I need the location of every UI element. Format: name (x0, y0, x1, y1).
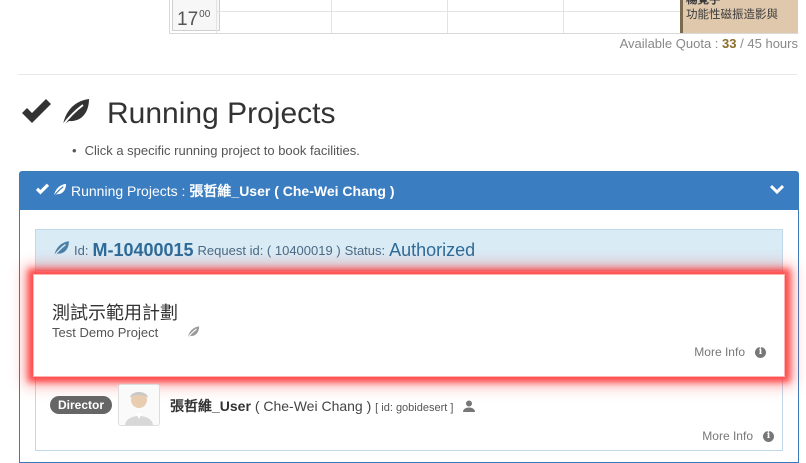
calendar-gridline (447, 0, 448, 33)
hint-label: Click a specific running project to book… (84, 143, 360, 158)
calendar-booking[interactable]: 楊覺宇 功能性磁振造影與 (680, 0, 798, 33)
director-badge: Director (50, 396, 113, 414)
info-icon: i (763, 430, 774, 442)
status-label: Status: (344, 242, 386, 258)
project-header: Id: M-10400015 Request id: ( 10400019 ) … (36, 230, 782, 271)
avatar-icon (125, 392, 153, 425)
status-value: Authorized (389, 239, 476, 260)
panel-header[interactable]: Running Projects : 張哲維_User ( Che-Wei Ch… (20, 172, 798, 210)
more-info-label: More Info (694, 345, 745, 359)
avatar (118, 384, 160, 426)
panel-header-label: Running Projects : (71, 183, 186, 199)
time-cell: 1700 (172, 0, 220, 31)
booking-desc: 功能性磁振造影與 (686, 9, 778, 21)
time-hour: 17 (177, 9, 199, 30)
booking-name: 楊覺宇 (686, 0, 721, 6)
director-name: 張哲維_User ( Che-Wei Chang ) [ id: gobides… (170, 396, 476, 416)
page-title: Running Projects (107, 97, 336, 130)
calendar-gridline (331, 0, 332, 33)
leaf-icon (186, 325, 200, 344)
chevron-down-icon[interactable] (769, 182, 785, 198)
panel-owner: 張哲維_User ( Che-Wei Chang ) (189, 183, 395, 199)
project-id: M-10400015 (92, 239, 194, 260)
calendar-gridline (216, 0, 217, 33)
quota-total: 45 (747, 36, 762, 51)
director-fullname: ( Che-Wei Chang ) (254, 398, 372, 414)
project-body-highlighted[interactable]: 測試示範用計劃 Test Demo Project More Info i (33, 274, 785, 377)
page-heading: Running Projects (20, 94, 335, 134)
request-id: Request id: ( 10400019 ) (197, 242, 341, 258)
check-icon (35, 183, 50, 199)
id-label: Id: (74, 242, 89, 258)
quota-label: Available Quota : (619, 36, 719, 51)
calendar-strip: 1700 楊覺宇 功能性磁振造影與 (169, 0, 798, 34)
check-icon (20, 98, 53, 131)
info-icon: i (755, 346, 766, 358)
director-user: 張哲維_User (170, 398, 251, 414)
available-quota: Available Quota : 33 / 45 hours (620, 36, 798, 51)
hint-text: • Click a specific running project to boo… (72, 143, 360, 158)
user-icon (463, 399, 476, 415)
quota-used: 33 (722, 36, 737, 51)
time-minutes: 00 (199, 9, 211, 20)
director-row: Director 張哲維_User ( Che-Wei Chang ) [ id… (50, 384, 770, 426)
section-divider (18, 74, 797, 75)
quota-unit: hours (765, 36, 798, 51)
more-info-label: More Info (702, 429, 753, 443)
leaf-icon (52, 183, 67, 200)
calendar-gridline (563, 0, 564, 33)
leaf-icon (59, 97, 91, 132)
project-title-en: Test Demo Project (52, 325, 159, 340)
more-info-link[interactable]: More Info i (702, 429, 774, 443)
more-info-link[interactable]: More Info i (694, 345, 766, 359)
quota-separator: / (740, 36, 744, 51)
project-title-zh: 測試示範用計劃 (52, 303, 178, 323)
leaf-icon (52, 240, 70, 260)
director-id: [ id: gobidesert ] (375, 402, 454, 414)
